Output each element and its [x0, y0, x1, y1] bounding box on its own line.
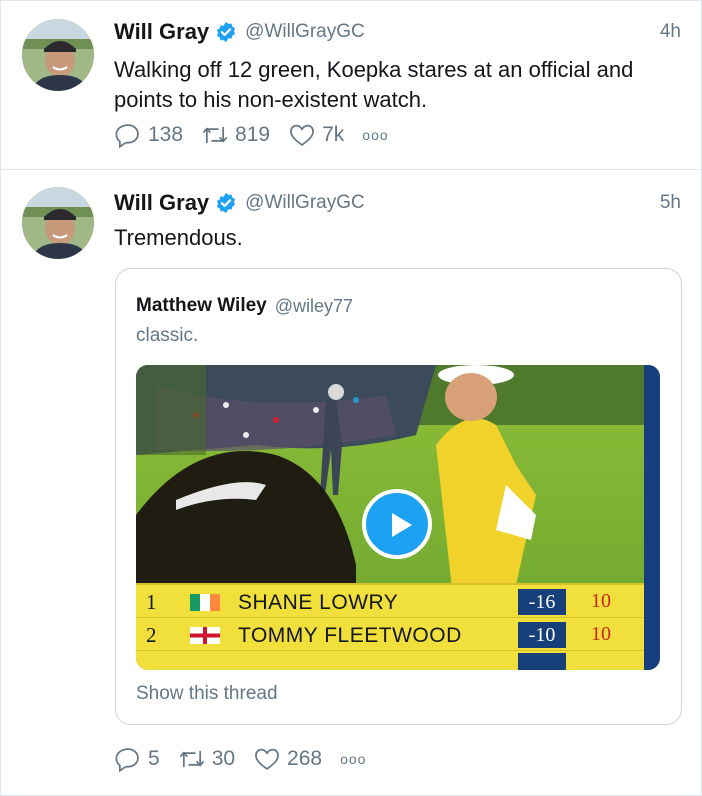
reply-count: 5	[148, 747, 160, 770]
quoted-author-name: Matthew Wiley	[136, 295, 267, 316]
reply-icon	[115, 124, 139, 149]
reply-count: 138	[148, 123, 184, 146]
scoreboard-holes: 10	[591, 623, 611, 645]
like-button[interactable]: 7k	[288, 121, 344, 149]
show-thread-link[interactable]: Show this thread	[136, 683, 278, 705]
verified-badge-icon	[217, 21, 236, 43]
verified-badge-icon	[217, 192, 236, 214]
avatar[interactable]	[22, 19, 94, 91]
retweet-icon	[202, 126, 228, 144]
scoreboard-score: -16	[518, 589, 566, 615]
retweet-count: 819	[235, 123, 271, 146]
like-button[interactable]: 268	[253, 745, 322, 773]
retweet-button[interactable]: 30	[178, 745, 235, 773]
scoreboard-row: 2 TOMMY FLEETWOOD -10 10	[136, 620, 644, 652]
tweet-text: Walking off 12 green, Koepka stares at a…	[114, 57, 634, 112]
timestamp[interactable]: 5h	[660, 192, 681, 214]
tweet-text: Tremendous.	[114, 225, 243, 250]
scoreboard-player-name: TOMMY FLEETWOOD	[238, 624, 462, 647]
reply-button[interactable]: 138	[114, 121, 183, 149]
tweet-card[interactable]: Will Gray @WillGrayGC 5h Tremendous. Mat…	[1, 170, 701, 794]
avatar[interactable]	[22, 187, 94, 259]
scoreboard-position: 2	[146, 623, 157, 647]
like-icon	[290, 124, 315, 146]
author-name[interactable]: Will Gray	[114, 19, 209, 45]
tweet-header: Will Gray @WillGrayGC 4h	[114, 18, 681, 46]
scoreboard-score: -10	[518, 622, 566, 648]
author-handle[interactable]: @WillGrayGC	[245, 21, 365, 43]
england-flag-icon	[190, 627, 220, 644]
ireland-flag-icon	[190, 594, 220, 611]
quoted-author-handle: @wiley77	[274, 295, 354, 316]
play-icon[interactable]	[362, 489, 432, 559]
retweet-count: 30	[211, 747, 236, 770]
like-icon	[255, 748, 280, 770]
action-bar: 138 819 7k ooo	[114, 120, 389, 150]
scoreboard-row: 1 SHANE LOWRY -16 10	[136, 587, 644, 619]
tweet-card[interactable]: Will Gray @WillGrayGC 4h Walking off 12 …	[1, 1, 701, 170]
scoreboard-holes: 10	[591, 590, 611, 612]
author-name[interactable]: Will Gray	[114, 190, 209, 216]
reply-icon	[115, 748, 139, 773]
author-handle[interactable]: @WillGrayGC	[245, 192, 365, 214]
action-bar: 5 30 268 ooo	[114, 744, 366, 774]
retweet-button[interactable]: 819	[201, 121, 270, 149]
like-count: 7k	[322, 123, 345, 146]
more-icon[interactable]: ooo	[362, 127, 388, 143]
more-icon[interactable]: ooo	[340, 751, 366, 767]
quoted-tweet[interactable]: Matthew Wiley @wiley77 classic. 1 SHANE …	[115, 268, 682, 725]
like-count: 268	[287, 747, 323, 770]
timestamp[interactable]: 4h	[660, 21, 681, 43]
tweet-header: Will Gray @WillGrayGC 5h	[114, 189, 681, 217]
quoted-tweet-header: Matthew Wiley @wiley77	[136, 295, 353, 317]
scoreboard-player-name: SHANE LOWRY	[238, 591, 399, 614]
video-thumbnail[interactable]: 1 SHANE LOWRY -16 10 2 TOMMY FLEETWOOD -…	[136, 365, 660, 670]
quoted-tweet-text: classic.	[136, 325, 199, 346]
scoreboard-position: 1	[146, 590, 157, 614]
retweet-icon	[179, 750, 205, 768]
reply-button[interactable]: 5	[114, 745, 160, 773]
